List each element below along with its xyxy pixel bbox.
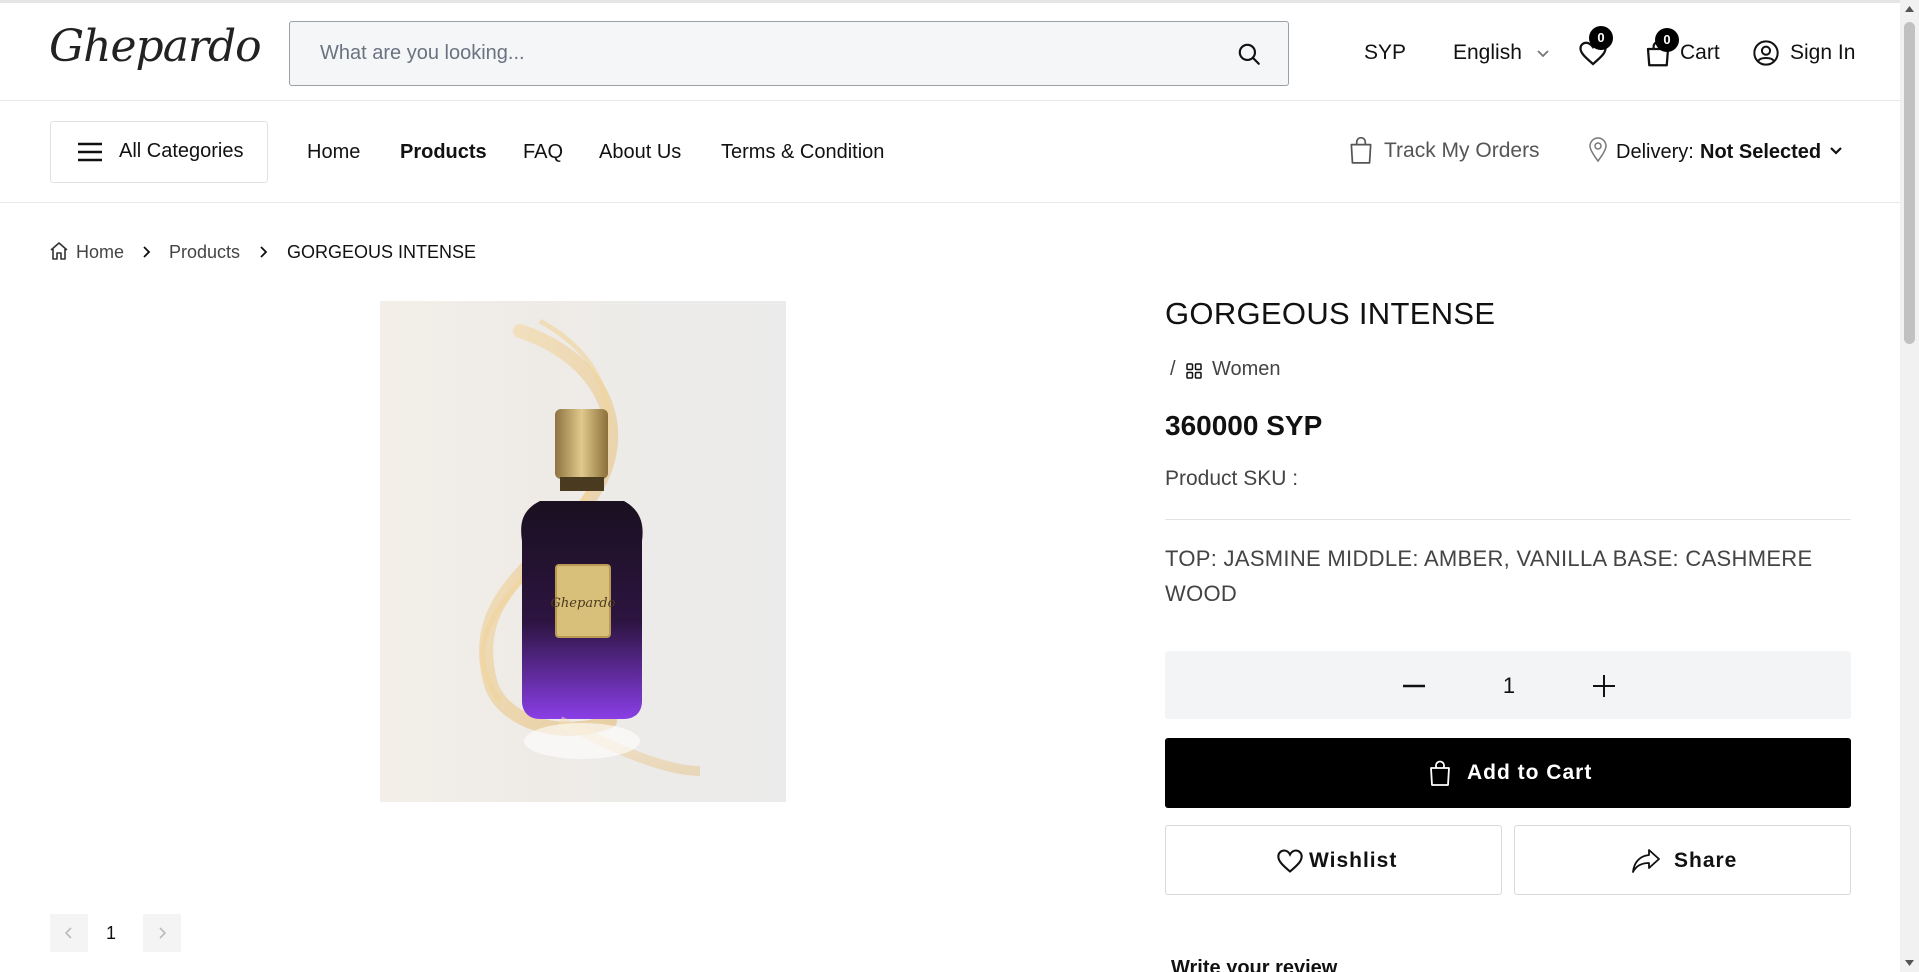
add-to-cart-label: Add to Cart (1467, 761, 1593, 784)
gallery-prev-button[interactable] (50, 914, 88, 952)
add-to-cart-button[interactable]: Add to Cart (1165, 738, 1851, 808)
product-title: GORGEOUS INTENSE (1165, 296, 1496, 331)
shopping-bag-icon (1430, 760, 1450, 786)
chevron-down-icon (1830, 147, 1842, 155)
divider (1165, 519, 1851, 520)
nav-link-products[interactable]: Products (400, 141, 487, 164)
cart-link[interactable]: Cart (1680, 41, 1720, 65)
nav-link-faq[interactable]: FAQ (523, 141, 563, 164)
product-image[interactable]: Ghepardo (380, 301, 786, 802)
heart-icon (1277, 849, 1303, 873)
breadcrumb-products[interactable]: Products (169, 242, 240, 263)
breadcrumb-current: GORGEOUS INTENSE (287, 242, 477, 262)
scrollbar-thumb[interactable] (1904, 22, 1915, 344)
perfume-bottle-illustration: Ghepardo (479, 318, 701, 776)
sign-in-link[interactable]: Sign In (1790, 41, 1855, 65)
brand-logo[interactable]: Ghepardo (49, 21, 262, 72)
product-sku: Product SKU : (1165, 467, 1299, 490)
category-separator: / (1170, 358, 1176, 380)
delivery-value: Not Selected (1700, 141, 1822, 163)
nav-link-terms[interactable]: Terms & Condition (721, 141, 884, 164)
nav-link-about-us[interactable]: About Us (599, 141, 681, 164)
currency-selector[interactable]: SYP (1364, 41, 1406, 65)
page-scrollbar[interactable] (1900, 0, 1919, 972)
scroll-down-arrow-icon[interactable] (1904, 958, 1915, 968)
search-icon[interactable] (1236, 41, 1262, 67)
shopping-bag-icon (1350, 136, 1372, 164)
product-description: TOP: JASMINE MIDDLE: AMBER, VANILLA BASE… (1165, 546, 1813, 606)
share-icon (1632, 849, 1660, 873)
quantity-stepper: 1 (1165, 651, 1851, 719)
gallery-next-button[interactable] (143, 914, 181, 952)
bottle-label: Ghepardo (551, 596, 616, 611)
all-categories-button[interactable]: All Categories (50, 121, 268, 183)
location-pin-icon (1589, 137, 1607, 163)
chevron-left-icon (64, 927, 72, 939)
product-price: 360000 SYP (1165, 410, 1323, 441)
wishlist-button[interactable]: Wishlist (1165, 825, 1502, 895)
menu-icon (78, 142, 102, 162)
wishlist-count-badge: 0 (1589, 26, 1613, 50)
top-header: Ghepardo SYP English 0 0 Cart Sign In (0, 0, 1900, 101)
share-button[interactable]: Share (1514, 825, 1851, 895)
language-selector[interactable]: English (1453, 41, 1549, 65)
track-orders-label: Track My Orders (1384, 139, 1540, 162)
search-input[interactable] (320, 22, 1220, 85)
chevron-right-icon (159, 927, 167, 939)
main-navigation: All Categories Home Products FAQ About U… (0, 101, 1900, 203)
chevron-down-icon (1537, 50, 1549, 58)
minus-icon[interactable] (1401, 673, 1427, 699)
wishlist-label: Wishlist (1309, 849, 1398, 872)
breadcrumb-home[interactable]: Home (76, 242, 124, 263)
plus-icon[interactable] (1591, 673, 1617, 699)
language-label: English (1453, 41, 1522, 64)
search-bar (289, 21, 1289, 86)
delivery-label: Delivery: (1616, 141, 1694, 163)
user-icon[interactable] (1752, 39, 1780, 67)
chevron-right-icon (143, 246, 151, 258)
scroll-up-arrow-icon[interactable] (1904, 4, 1915, 14)
category-name: Women (1212, 358, 1281, 380)
review-heading: Write your review (1171, 957, 1338, 972)
gallery-page-number: 1 (106, 923, 117, 943)
quantity-value[interactable]: 1 (1499, 673, 1519, 699)
all-categories-label: All Categories (119, 140, 244, 162)
home-icon[interactable] (49, 241, 69, 261)
nav-link-home[interactable]: Home (307, 141, 360, 164)
share-label: Share (1674, 849, 1738, 872)
cart-count-badge: 0 (1655, 28, 1679, 52)
grid-icon (1186, 363, 1202, 379)
chevron-right-icon (260, 246, 268, 258)
